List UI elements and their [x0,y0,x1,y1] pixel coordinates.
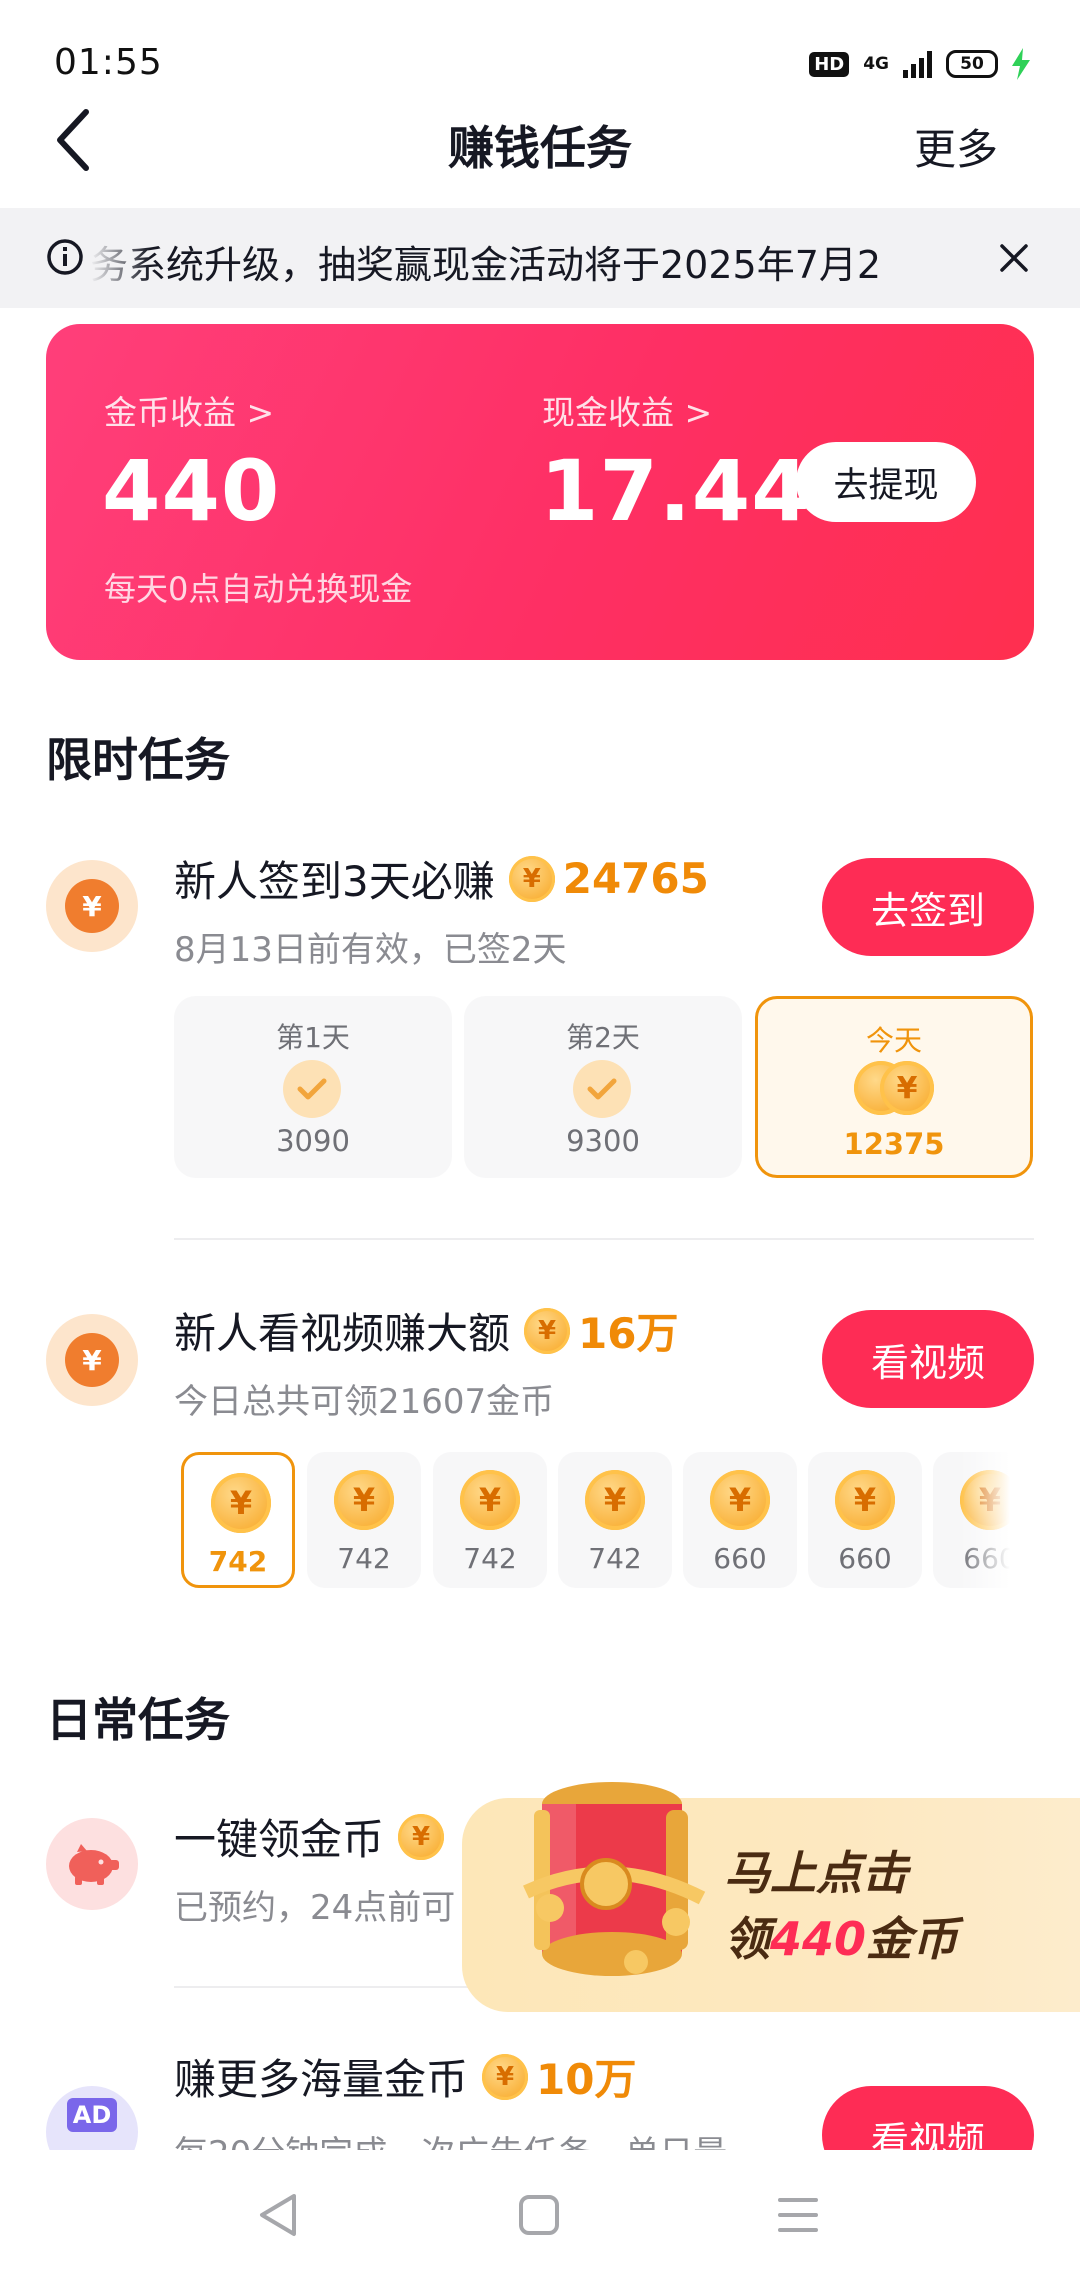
video-reward-tile[interactable]: ¥ 742 [181,1452,295,1588]
day-value: 12375 [843,1127,945,1161]
strip-fade [960,1440,1010,1600]
watch-ad-button[interactable]: 看视频 [822,2086,1034,2150]
more-coins-subtitle: 每20分钟完成一次广告任务，单日最 [174,2124,774,2150]
video-reward-tile[interactable]: ¥ 742 [307,1452,421,1588]
tile-value: 660 [713,1542,767,1575]
coin-icon: ¥ [710,1470,770,1530]
piggy-bank-icon [69,1844,119,1885]
signin-day-2: 第2天 9300 [464,996,742,1178]
coin-icon: ¥ [835,1470,895,1530]
day-label: 第1天 [276,1021,350,1054]
video-reward-tile[interactable]: ¥ 742 [558,1452,672,1588]
claim-coins-title: 一键领金币 ¥ [174,1806,452,1867]
status-time: 01:55 [54,42,163,83]
signin-button[interactable]: 去签到 [822,858,1034,956]
battery-indicator: 50 [946,50,998,78]
charging-icon [1012,48,1030,80]
signin-day-1: 第1天 3090 [174,996,452,1178]
video-reward-tile[interactable]: ¥ 742 [433,1452,547,1588]
coin-earnings-link[interactable]: 金币收益 > [104,386,274,434]
check-icon [283,1060,341,1118]
more-coins-title: 赚更多海量金币 ¥ 10万 [174,2046,636,2107]
video-task-subtitle: 今日总共可领21607金币 [174,1382,555,1422]
nav-home-icon[interactable] [518,2194,560,2236]
coin-earnings-value: 440 [102,442,281,540]
status-icons: HD 4G 50 [809,48,1030,80]
coin-earnings-note: 每天0点自动兑换现金 [104,570,413,608]
video-task-icon: ¥ [46,1314,138,1406]
notice-text: 任务系统升级，抽奖赢现金活动将于2025年7月2 [90,243,882,284]
signin-task-reward: 24765 [562,854,709,903]
claim-coins-title-text: 一键领金币 [174,1815,385,1864]
signin-day-today[interactable]: 今天 ¥ 12375 [755,996,1033,1178]
day-label: 第2天 [566,1021,640,1054]
hd-badge: HD [809,51,850,77]
nav-menu-icon[interactable] [778,2196,818,2234]
signin-task-icon: ¥ [46,860,138,952]
coin-icon: ¥ [460,1470,520,1530]
more-coins-title-text: 赚更多海量金币 [174,2055,469,2104]
day-value: 3090 [276,1124,350,1158]
cash-earnings-value: 17.44 [540,442,811,540]
limited-tasks-title: 限时任务 [46,733,230,787]
tile-value: 742 [463,1542,517,1575]
more-coins-reward: 10万 [536,2055,637,2104]
signal-icon [903,50,932,78]
video-reward-tile[interactable]: ¥ 660 [808,1452,922,1588]
coin-icon: ¥ [508,855,555,902]
earnings-card: 金币收益 > 440 每天0点自动兑换现金 现金收益 > 17.44 去提现 [46,324,1034,660]
notice-bar[interactable]: 任务系统升级，抽奖赢现金活动将于2025年7月2 [0,208,1080,308]
tile-value: 742 [588,1542,642,1575]
tile-value: 742 [337,1542,391,1575]
watch-ad-button-clip: 看视频 [822,2086,1034,2150]
system-nav-bar [0,2150,1080,2280]
promo-line-2-suffix: 金币 [866,1912,959,1966]
more-coins-subtitle-text: 每20分钟完成一次广告任务，单日最 [174,2134,727,2150]
tile-value: 742 [208,1545,268,1578]
more-button[interactable]: 更多 [914,116,998,177]
video-reward-tile[interactable]: ¥ 660 [683,1452,797,1588]
yen-icon: ¥ [65,879,119,933]
coin-stack-icon: ¥ [854,1061,944,1117]
daily-tasks-title: 日常任务 [46,1693,230,1747]
coin-icon: ¥ [585,1470,645,1530]
withdraw-button[interactable]: 去提现 [796,442,976,522]
divider [174,1238,1034,1240]
coin-icon: ¥ [398,1813,445,1860]
claim-coins-subtitle: 已预约，24点前可 [174,1888,456,1928]
video-task-title: 新人看视频赚大额 ¥ 16万 [174,1300,678,1361]
close-icon[interactable] [998,242,1030,274]
cash-earnings-link[interactable]: 现金收益 > [542,386,712,434]
coin-icon: ¥ [334,1470,394,1530]
promo-text: 马上点击 领440金币 [724,1840,958,1972]
video-reward-strip: ¥ 742 ¥ 742 ¥ 742 ¥ 742 ¥ 660 ¥ 660 ¥ 66… [0,1440,1010,1600]
check-icon [573,1060,631,1118]
coin-icon: ¥ [482,2053,529,2100]
yen-icon: ¥ [65,1333,119,1387]
signin-task-subtitle: 8月13日前有效，已签2天 [174,930,567,970]
video-task-title-text: 新人看视频赚大额 [174,1309,511,1358]
signin-task-title-text: 新人签到3天必赚 [174,857,495,906]
watch-video-button[interactable]: 看视频 [822,1310,1034,1408]
notice-fade [90,230,150,290]
promo-line-2: 领440金币 [724,1906,958,1972]
nav-back-icon[interactable] [256,2190,300,2240]
promo-line-1: 马上点击 [724,1846,908,1900]
info-icon [47,239,83,275]
video-task-reward: 16万 [578,1309,679,1358]
tile-value: 660 [838,1542,892,1575]
promo-line-2-prefix: 领 [724,1912,770,1966]
coin-icon: ¥ [211,1473,271,1533]
day-value: 9300 [566,1124,640,1158]
day-label: 今天 [865,1024,922,1057]
network-label: 4G [863,53,889,74]
claim-coins-icon [46,1818,138,1910]
red-drum-icon [506,1772,720,1998]
coin-icon: ¥ [524,1307,571,1354]
promo-amount: 440 [770,1912,867,1966]
signin-task-title: 新人签到3天必赚 ¥ 24765 [174,848,709,909]
ad-icon: AD [66,2098,118,2132]
